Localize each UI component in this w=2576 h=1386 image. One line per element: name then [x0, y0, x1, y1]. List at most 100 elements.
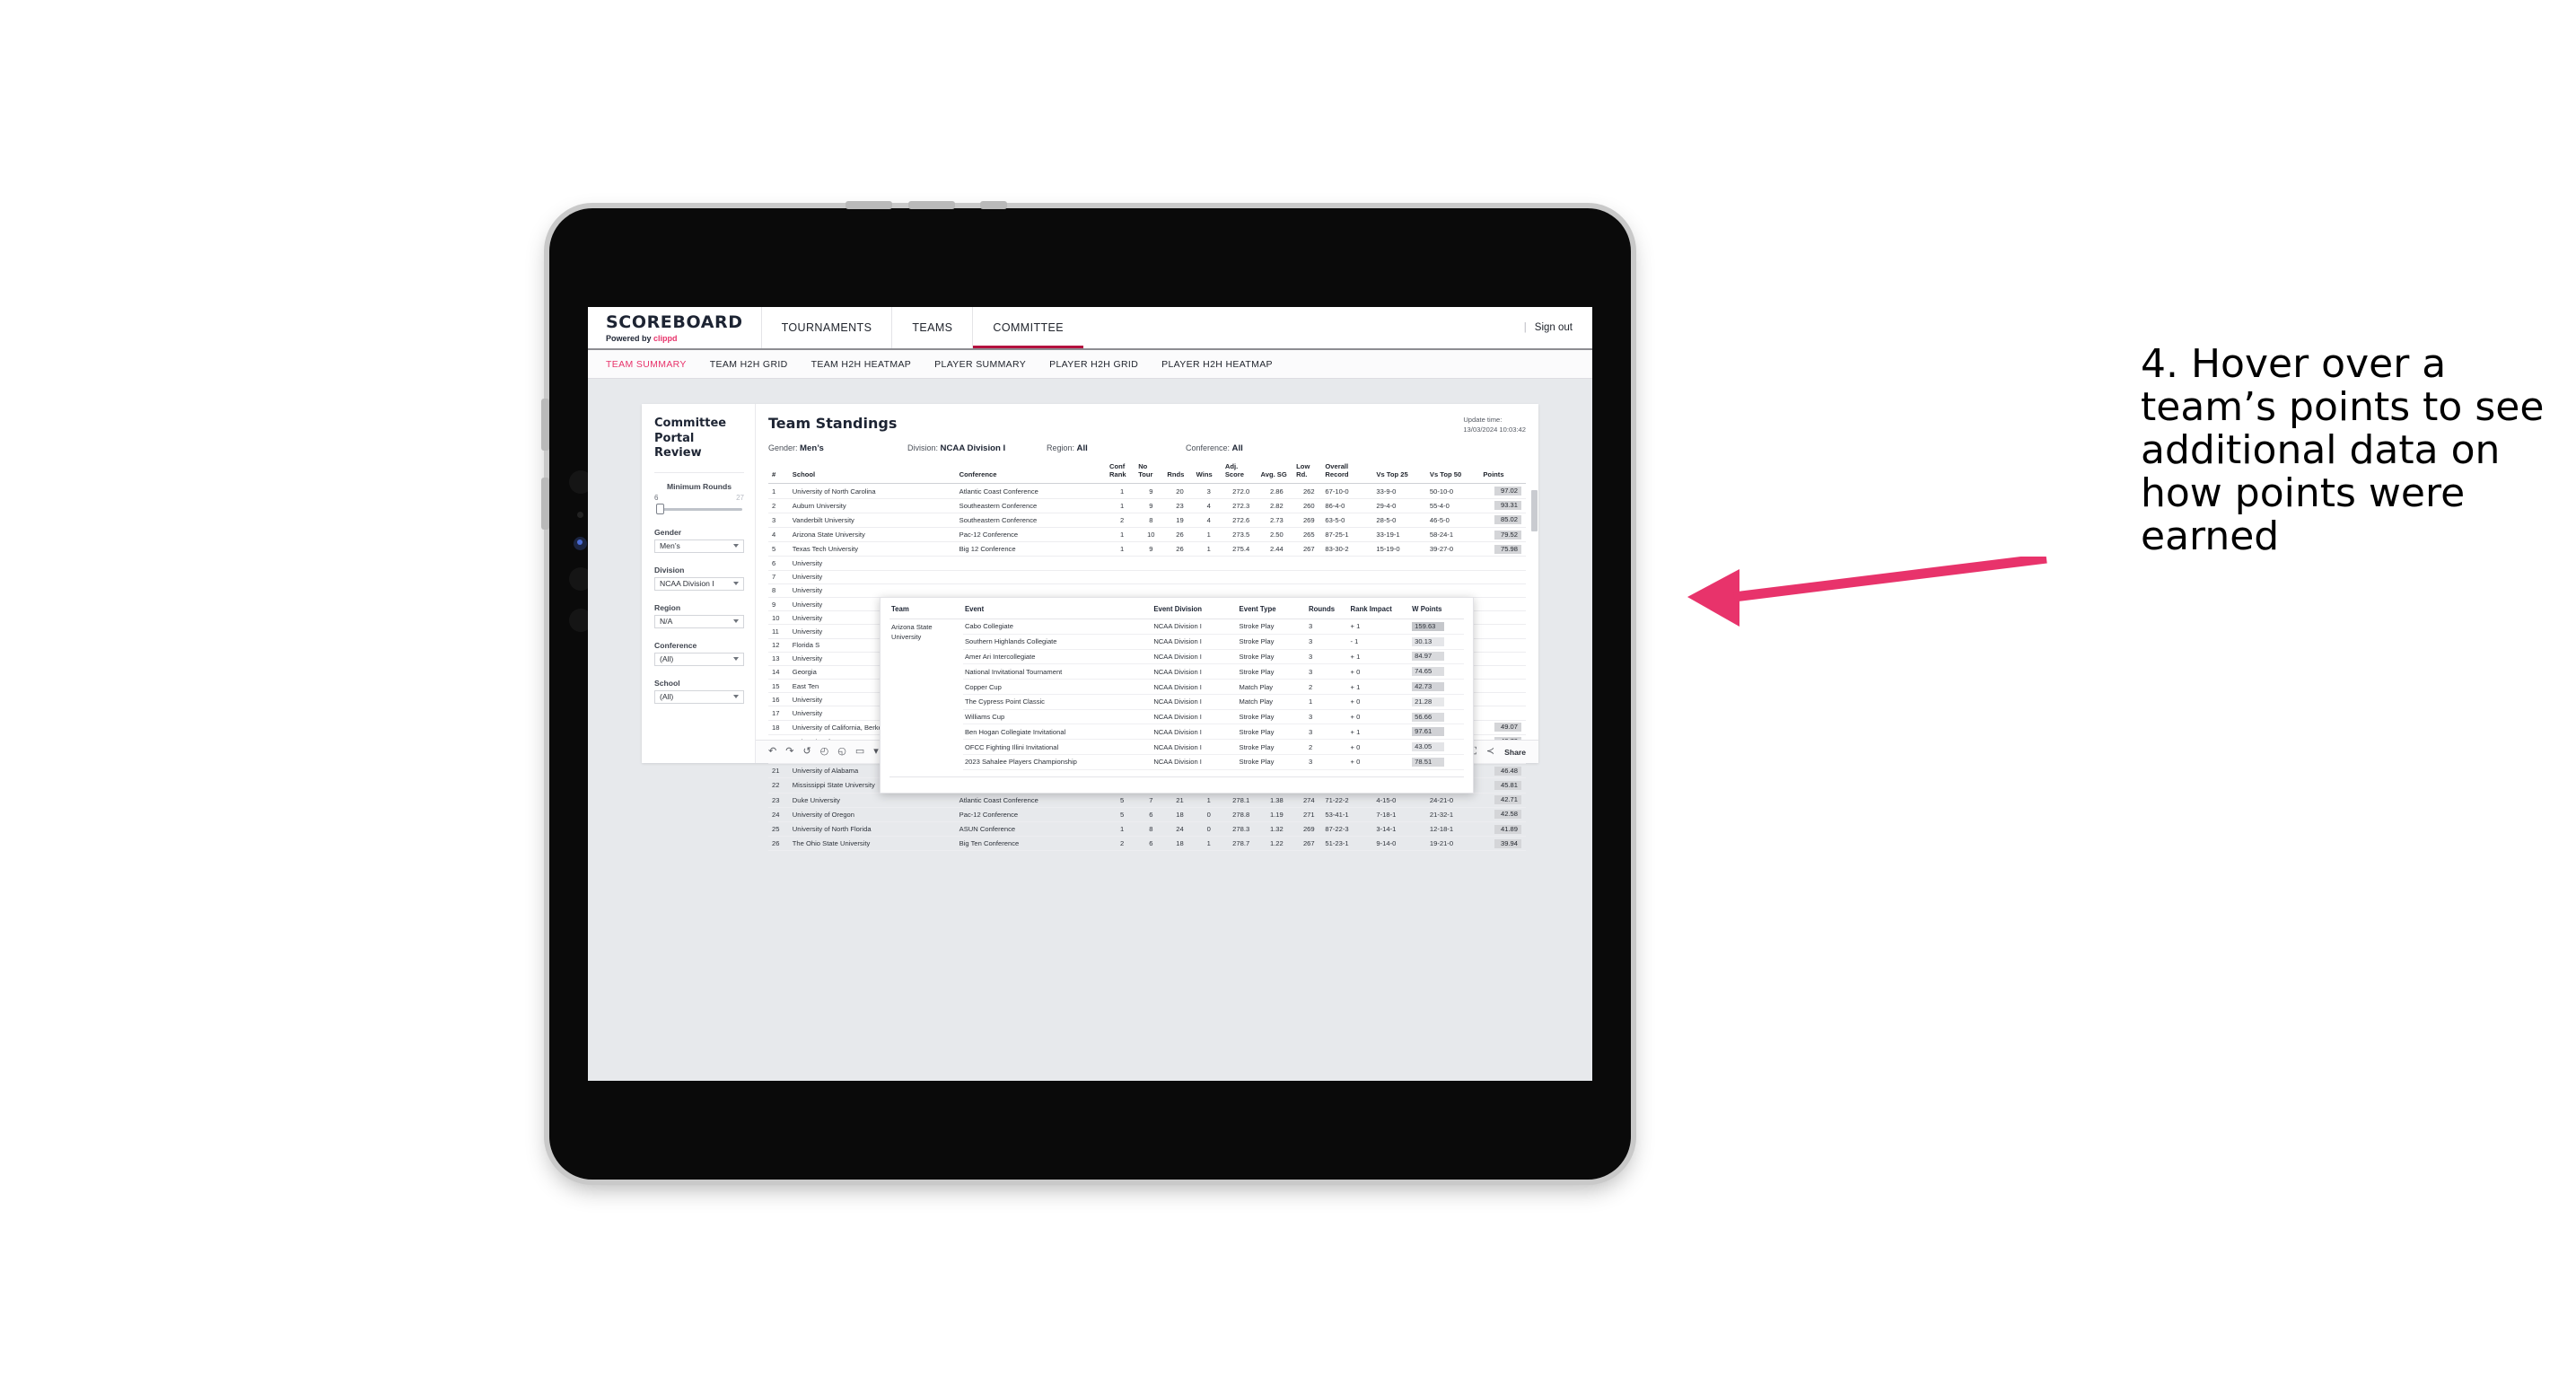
table-cell[interactable]: 45.81: [1481, 777, 1526, 794]
table-scrollbar[interactable]: [1531, 490, 1538, 531]
points-value[interactable]: 39.94: [1494, 838, 1521, 848]
table-row[interactable]: 6 University: [768, 556, 1526, 571]
col-vs-top-25[interactable]: Vs Top 25: [1374, 461, 1428, 485]
school-select[interactable]: (All): [654, 689, 744, 704]
table-cell[interactable]: 79.52: [1481, 527, 1526, 543]
col-points[interactable]: Points: [1481, 461, 1526, 485]
table-cell: 3: [1194, 483, 1223, 499]
table-row[interactable]: 2 Auburn University Southeastern Conferenc…: [768, 498, 1526, 513]
points-value[interactable]: 97.02: [1494, 487, 1521, 496]
table-cell[interactable]: [1481, 638, 1526, 653]
table-cell[interactable]: 39.94: [1481, 836, 1526, 852]
tab-team-h2h-grid[interactable]: TEAM H2H GRID: [710, 359, 788, 370]
tab-player-h2h-heatmap[interactable]: PLAYER H2H HEATMAP: [1161, 359, 1273, 370]
col-rank[interactable]: #: [768, 461, 791, 485]
table-cell[interactable]: 85.02: [1481, 513, 1526, 529]
brand-tagline: Powered by clippd: [606, 334, 743, 343]
table-row[interactable]: 7 University: [768, 570, 1526, 584]
table-cell[interactable]: [1481, 665, 1526, 680]
table-cell: [1427, 556, 1482, 571]
table-cell[interactable]: [1481, 556, 1526, 571]
points-value[interactable]: 42.71: [1494, 795, 1521, 805]
table-row[interactable]: 5 Texas Tech University Big 12 Conference 1…: [768, 541, 1526, 557]
points-value[interactable]: 41.89: [1494, 824, 1521, 834]
table-cell[interactable]: [1481, 692, 1526, 707]
table-row[interactable]: 24 University of Oregon Pac-12 Conference 5…: [768, 807, 1526, 822]
table-cell[interactable]: [1481, 610, 1526, 626]
table-cell[interactable]: [1481, 679, 1526, 694]
points-value[interactable]: 79.52: [1494, 530, 1521, 539]
table-cell[interactable]: [1481, 652, 1526, 666]
table-row[interactable]: 8 University: [768, 583, 1526, 598]
tab-player-summary[interactable]: PLAYER SUMMARY: [934, 359, 1026, 370]
share-label[interactable]: Share: [1504, 748, 1526, 757]
points-value[interactable]: 42.58: [1494, 810, 1521, 820]
table-cell[interactable]: 41.89: [1481, 821, 1526, 838]
col-conference[interactable]: Conference: [957, 461, 1108, 485]
points-value[interactable]: 45.81: [1494, 780, 1521, 790]
alerts-icon[interactable]: ▭: [855, 747, 864, 757]
gender-select[interactable]: Men’s: [654, 539, 744, 553]
brand-logo[interactable]: SCOREBOARD Powered by clippd: [588, 307, 761, 348]
alerts-caret-icon[interactable]: ▾: [873, 747, 879, 757]
col-adj-score[interactable]: Adj. Score: [1222, 461, 1259, 485]
table-cell[interactable]: 97.02: [1481, 483, 1526, 499]
table-cell[interactable]: 46.48: [1481, 763, 1526, 779]
table-cell: 19: [1165, 513, 1195, 529]
col-overall-record[interactable]: Overall Record: [1323, 461, 1375, 485]
nav-item-committee[interactable]: COMMITTEE: [972, 307, 1083, 348]
table-cell[interactable]: 93.31: [1481, 498, 1526, 513]
undo-icon[interactable]: ↶: [768, 747, 776, 757]
tooltip-cell: 97.61: [1410, 724, 1464, 741]
table-cell[interactable]: 49.07: [1481, 720, 1526, 735]
table-cell[interactable]: 42.71: [1481, 793, 1526, 808]
redo-icon[interactable]: ↷: [785, 747, 793, 757]
region-select[interactable]: N/A: [654, 614, 744, 628]
table-row[interactable]: 26 The Ohio State University Big Ten Confe…: [768, 836, 1526, 852]
col-wins[interactable]: Wins: [1194, 461, 1223, 485]
col-rnds[interactable]: Rnds: [1165, 461, 1195, 485]
points-value[interactable]: 49.07: [1494, 723, 1521, 732]
table-cell[interactable]: 75.98: [1481, 541, 1526, 557]
col-school[interactable]: School: [790, 461, 958, 485]
table-row[interactable]: 4 Arizona State University Pac-12 Conferen…: [768, 527, 1526, 543]
table-row[interactable]: 23 Duke University Atlantic Coast Conferen…: [768, 793, 1526, 808]
table-cell[interactable]: [1481, 624, 1526, 639]
sub-navigation-bar: TEAM SUMMARY TEAM H2H GRID TEAM H2H HEAT…: [588, 350, 1592, 379]
points-value[interactable]: 85.02: [1494, 515, 1521, 525]
nav-item-tournaments[interactable]: TOURNAMENTS: [760, 307, 892, 348]
col-avg-sg[interactable]: Avg. SG: [1258, 461, 1295, 485]
points-value[interactable]: 93.31: [1494, 501, 1521, 511]
nav-item-teams[interactable]: TEAMS: [891, 307, 972, 348]
sign-out-link[interactable]: Sign out: [1535, 322, 1573, 333]
points-value[interactable]: 46.48: [1494, 766, 1521, 776]
table-cell[interactable]: [1481, 570, 1526, 584]
table-row[interactable]: 3 Vanderbilt University Southeastern Confe…: [768, 513, 1526, 529]
share-icon[interactable]: ≺: [1486, 747, 1494, 757]
table-cell: Arizona State University: [790, 527, 958, 543]
tooltip-cell: 3: [1307, 709, 1349, 725]
table-row[interactable]: 1 University of North Carolina Atlantic Co…: [768, 483, 1526, 499]
pause-icon[interactable]: ◵: [837, 747, 846, 757]
points-value[interactable]: 75.98: [1494, 544, 1521, 554]
slider-thumb[interactable]: [656, 503, 664, 514]
tab-team-summary[interactable]: TEAM SUMMARY: [606, 359, 687, 370]
minimum-rounds-slider[interactable]: [654, 503, 744, 515]
table-cell: 6: [768, 556, 791, 571]
table-cell[interactable]: [1481, 597, 1526, 612]
table-row[interactable]: 25 University of North Florida ASUN Confer…: [768, 821, 1526, 838]
revert-icon[interactable]: ↺: [802, 747, 810, 757]
table-cell[interactable]: [1481, 706, 1526, 721]
tab-team-h2h-heatmap[interactable]: TEAM H2H HEATMAP: [811, 359, 912, 370]
col-low-rd[interactable]: Low Rd.: [1294, 461, 1324, 485]
tab-player-h2h-grid[interactable]: PLAYER H2H GRID: [1049, 359, 1138, 370]
conference-select[interactable]: (All): [654, 652, 744, 666]
col-no-tour[interactable]: No Tour: [1136, 461, 1166, 485]
table-cell[interactable]: 42.58: [1481, 807, 1526, 822]
table-cell[interactable]: [1481, 583, 1526, 598]
col-vs-top-50[interactable]: Vs Top 50: [1427, 461, 1482, 485]
col-conf-rank[interactable]: Conf Rank: [1107, 461, 1137, 485]
division-select[interactable]: NCAA Division I: [654, 576, 744, 591]
tooltip-w-points-value: 159.63: [1412, 621, 1445, 631]
refresh-icon[interactable]: ◴: [820, 747, 829, 757]
